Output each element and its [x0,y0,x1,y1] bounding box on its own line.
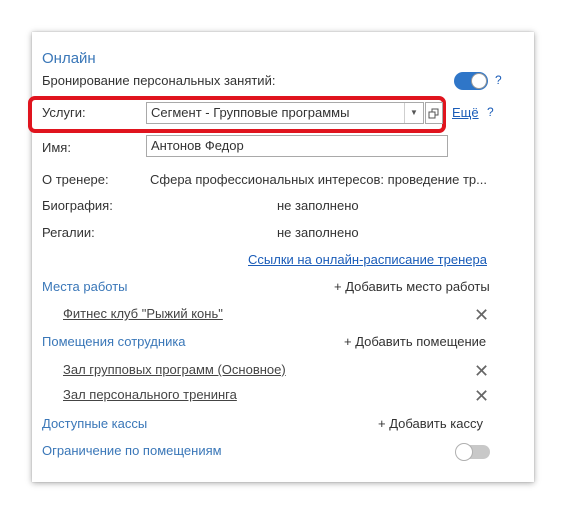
add-workplace-button[interactable]: + Добавить место работы [334,279,490,294]
services-help[interactable]: ? [487,105,494,119]
add-cashbox-button[interactable]: + Добавить кассу [378,416,483,431]
chevron-down-icon[interactable]: ▼ [404,103,423,123]
close-icon[interactable]: ✕ [474,387,489,405]
services-more-link[interactable]: Ещё [452,105,479,120]
rooms-title: Помещения сотрудника [42,334,186,349]
name-input[interactable]: Антонов Федор [146,135,448,157]
trainer-schedule-link[interactable]: Ссылки на онлайн-расписание тренера [248,252,487,267]
about-value[interactable]: Сфера профессиональных интересов: провед… [150,172,487,187]
trainer-online-panel: Онлайн Бронирование персональных занятий… [28,32,534,482]
services-value: Сегмент - Групповые программы [151,105,350,120]
regalia-label: Регалии: [42,225,95,240]
personal-booking-toggle[interactable] [454,72,488,90]
biography-value[interactable]: не заполнено [277,198,359,213]
toggle-knob [471,73,487,89]
personal-booking-label: Бронирование персональных занятий: [42,73,276,88]
room-item[interactable]: Зал персонального тренинга [63,387,237,402]
online-section-title: Онлайн [42,50,96,67]
name-label: Имя: [42,140,71,155]
workplace-item[interactable]: Фитнес клуб "Рыжий конь" [63,306,223,321]
close-icon[interactable]: ✕ [474,306,489,324]
room-item[interactable]: Зал групповых программ (Основное) [63,362,286,377]
room-restriction-toggle[interactable] [455,443,490,461]
close-icon[interactable]: ✕ [474,362,489,380]
services-select[interactable]: Сегмент - Групповые программы ▼ [146,102,424,124]
regalia-value[interactable]: не заполнено [277,225,359,240]
toggle-knob [455,443,473,461]
about-label: О тренере: [42,172,109,187]
personal-booking-help[interactable]: ? [495,73,502,87]
biography-label: Биография: [42,198,113,213]
cashboxes-title: Доступные кассы [42,416,148,431]
services-label: Услуги: [42,105,86,120]
room-restriction-title: Ограничение по помещениям [42,443,222,458]
open-window-icon[interactable] [425,102,443,124]
workplaces-title: Места работы [42,279,128,294]
add-room-button[interactable]: + Добавить помещение [344,334,486,349]
